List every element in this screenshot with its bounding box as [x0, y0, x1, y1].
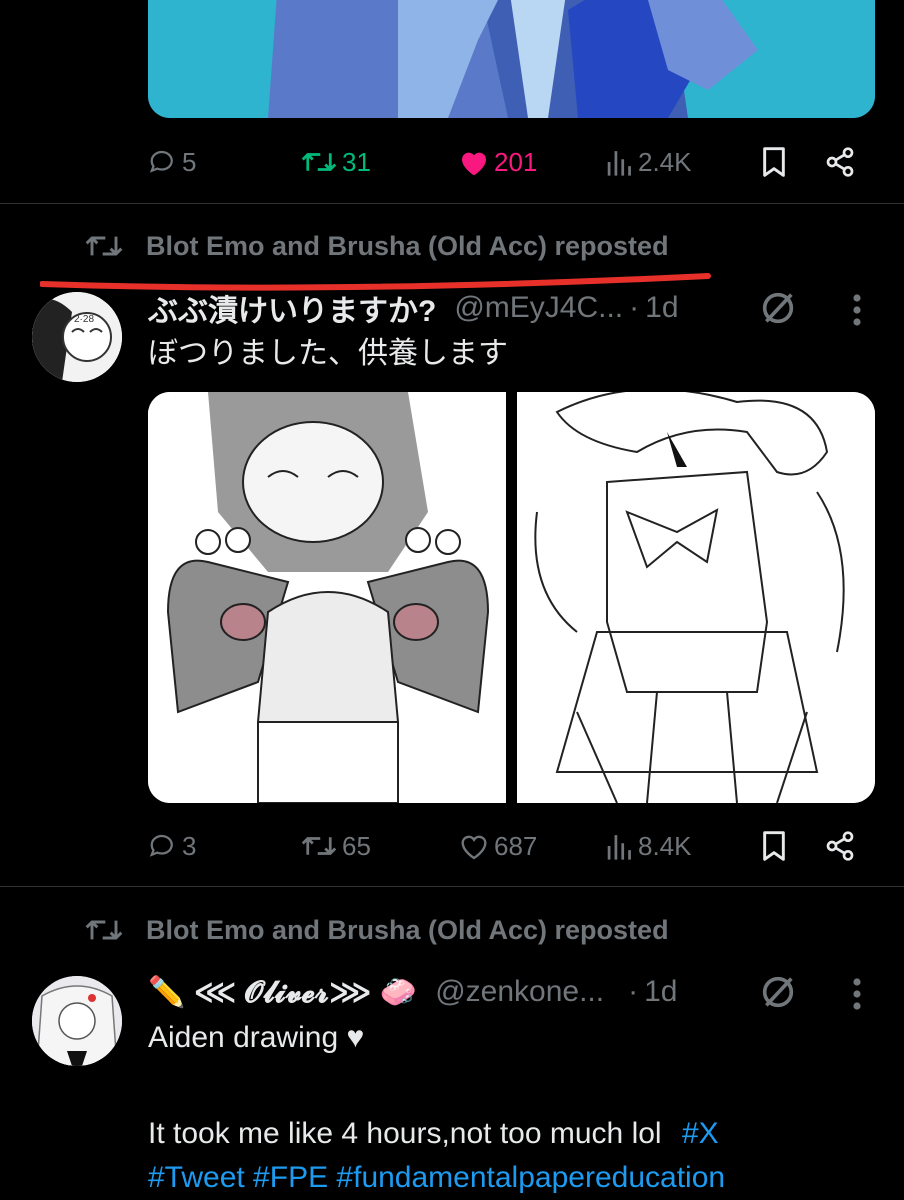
views-button[interactable]: 8.4K	[606, 826, 692, 866]
reply-count: 5	[182, 146, 197, 177]
repost-context-label: Blot Emo and Brusha (Old Acc) reposted	[146, 230, 669, 261]
repost-button[interactable]: 31	[300, 142, 371, 182]
repost-context[interactable]: Blot Emo and Brusha (Old Acc) reposted	[84, 910, 669, 950]
repost-count: 31	[342, 146, 371, 177]
share-icon	[826, 831, 854, 861]
repost-icon	[301, 837, 337, 855]
like-icon	[461, 835, 487, 860]
repost-icon	[85, 236, 123, 256]
avatar[interactable]	[32, 976, 122, 1066]
tweet-media[interactable]	[148, 392, 875, 803]
separator-dot: ·	[628, 975, 639, 1008]
display-name[interactable]: ✏️ ⋘ 𝓞𝓵𝓲𝓿𝓮𝓻⋙ 🧼	[148, 975, 417, 1010]
grok-icon[interactable]	[758, 972, 798, 1012]
like-button[interactable]: 687	[458, 826, 537, 866]
avatar[interactable]: 2·28	[32, 292, 122, 382]
bookmark-icon	[763, 147, 785, 177]
like-count: 687	[494, 830, 538, 861]
share-button[interactable]	[824, 826, 856, 866]
media-image-left[interactable]	[148, 392, 506, 803]
views-icon	[607, 835, 631, 860]
timestamp[interactable]: 1d	[644, 975, 677, 1009]
tweet-actions-top: 5 31 201 2.4K	[148, 142, 863, 182]
reply-count: 3	[182, 830, 197, 861]
handle[interactable]: @zenkone...	[435, 975, 604, 1009]
hashtag-link[interactable]: #X	[682, 1117, 719, 1150]
like-button[interactable]: 201	[458, 142, 537, 182]
tweet-text: ぼつりました、供養します	[148, 337, 508, 370]
views-count: 2.4K	[638, 146, 692, 177]
tweet-media-top[interactable]	[148, 0, 875, 118]
share-button[interactable]	[824, 142, 856, 182]
grok-icon[interactable]	[758, 288, 798, 328]
views-icon	[607, 151, 631, 176]
more-icon[interactable]	[850, 292, 864, 328]
repost-icon	[301, 153, 337, 171]
media-image-right[interactable]	[517, 392, 875, 803]
repost-context-label: Blot Emo and Brusha (Old Acc) reposted	[146, 914, 669, 945]
reply-icon	[149, 150, 173, 173]
bookmark-icon	[763, 831, 785, 861]
tweet-actions: 3 65 687 8.4K	[148, 826, 863, 866]
svg-text:2·28: 2·28	[74, 314, 94, 325]
reply-button[interactable]: 3	[148, 826, 196, 866]
like-count: 201	[494, 146, 538, 177]
divider	[0, 203, 904, 204]
repost-icon	[85, 920, 123, 940]
divider	[0, 886, 904, 887]
repost-button[interactable]: 65	[300, 826, 371, 866]
bookmark-button[interactable]	[760, 826, 788, 866]
repost-context[interactable]: Blot Emo and Brusha (Old Acc) reposted	[84, 226, 669, 266]
tweet-text-body: It took me like 4 hours,not too much lol	[148, 1117, 662, 1150]
tweet-header: ✏️ ⋘ 𝓞𝓵𝓲𝓿𝓮𝓻⋙ 🧼 @zenkone... · 1d	[148, 972, 677, 1012]
reply-button[interactable]: 5	[148, 142, 196, 182]
share-icon	[826, 147, 854, 177]
bookmark-button[interactable]	[760, 142, 788, 182]
tweet-text-line: Aiden drawing ♥	[148, 1021, 365, 1054]
repost-count: 65	[342, 830, 371, 861]
views-button[interactable]: 2.4K	[606, 142, 692, 182]
more-icon[interactable]	[850, 976, 864, 1012]
reply-icon	[149, 834, 173, 857]
hashtag-link[interactable]: #Tweet #FPE #fundamentalpapereducation	[148, 1158, 725, 1198]
annotation-underline	[40, 273, 711, 291]
tweet-text-line: It took me like 4 hours,not too much lol…	[148, 1114, 719, 1154]
views-count: 8.4K	[638, 830, 692, 861]
like-icon	[462, 152, 486, 176]
